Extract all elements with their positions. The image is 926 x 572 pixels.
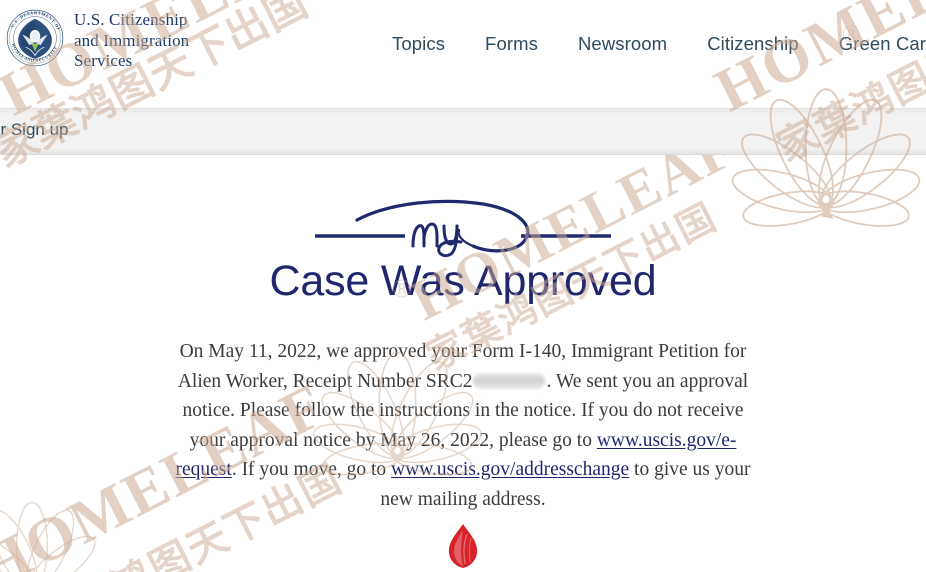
uscis-brand[interactable]: U.S. DEPARTMENT OF HOMELAND SECURITY U.S… bbox=[6, 7, 189, 72]
nav-item-green-card[interactable]: Green Card bbox=[839, 33, 926, 55]
nav-item-newsroom[interactable]: Newsroom bbox=[578, 33, 687, 55]
nav-item-forms[interactable]: Forms bbox=[485, 33, 558, 55]
case-status-paragraph: On May 11, 2022, we approved your Form I… bbox=[163, 337, 763, 514]
site-header: U.S. DEPARTMENT OF HOMELAND SECURITY U.S… bbox=[0, 0, 926, 108]
dhs-seal-icon: U.S. DEPARTMENT OF HOMELAND SECURITY bbox=[6, 9, 64, 67]
main-content: Case Was Approved On May 11, 2022, we ap… bbox=[0, 155, 926, 572]
nav-item-citizenship[interactable]: Citizenship bbox=[707, 33, 819, 55]
sign-up-link[interactable]: or Sign up bbox=[0, 120, 69, 140]
addresschange-link[interactable]: www.uscis.gov/addresschange bbox=[391, 459, 629, 480]
account-subbar: or Sign up bbox=[0, 108, 926, 155]
nav-item-topics[interactable]: Topics bbox=[392, 33, 465, 55]
paragraph-part-3: . If you move, go to bbox=[231, 459, 392, 480]
main-navigation: Topics Forms Newsroom Citizenship Green … bbox=[392, 33, 926, 55]
redacted-receipt-number bbox=[473, 372, 546, 389]
uscis-case-status-page: U.S. DEPARTMENT OF HOMELAND SECURITY U.S… bbox=[0, 0, 926, 572]
page-title: Case Was Approved bbox=[269, 257, 657, 305]
uscis-torch-icon bbox=[448, 524, 478, 568]
myuscis-logo bbox=[315, 199, 611, 258]
uscis-wordmark: U.S. Citizenship and Immigration Service… bbox=[74, 10, 190, 70]
